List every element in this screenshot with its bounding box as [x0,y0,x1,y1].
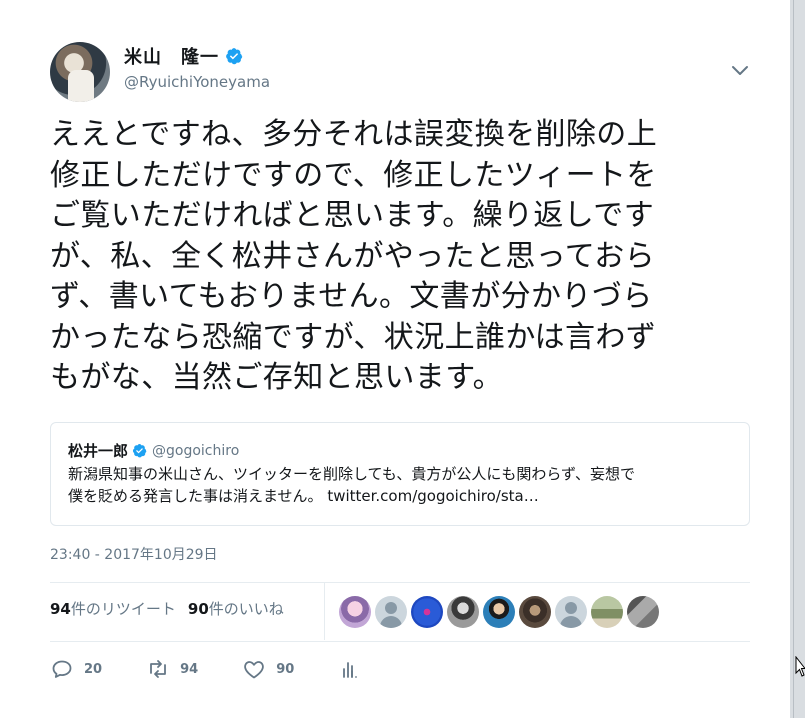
retweet-count: 94 [180,661,199,677]
chevron-down-icon[interactable] [730,60,750,80]
liker-avatar[interactable] [591,596,623,628]
like-button[interactable]: 90 [242,657,294,681]
tweet-text-line: ず、書いてもおりません。文書が分かりづら [50,279,653,314]
quoted-tweet-header: 松井一郎 @gogoichiro [68,440,239,461]
divider [50,641,750,642]
quoted-tweet-text: 新潟県知事の米山さん、ツイッターを削除しても、貴方が公人にも関わらず、妄想で 僕… [68,463,738,507]
heart-icon [244,661,264,679]
tweet-text-line: かったなら恐縮ですが、状況上誰かは言わず [50,319,657,355]
like-count: 90 [276,661,295,677]
retweets-stat-count: 94 [50,600,71,618]
reply-icon [52,660,72,678]
quoted-tweet[interactable]: 松井一郎 @gogoichiro 新潟県知事の米山さん、ツイッターを削除しても、… [50,422,750,526]
tweet-card: 米山 隆一 @RyuichiYoneyama ええとですね、多分それは誤変換を削… [0,0,790,718]
retweets-stat[interactable]: 94 件のリツイート [50,598,176,619]
likes-stat-count: 90 [187,600,209,618]
likes-stat[interactable]: 90 件のいいね [188,598,284,619]
retweet-icon [150,660,166,678]
quoted-author-handle: @gogoichiro [152,442,240,459]
mouse-cursor-icon [795,656,805,677]
liker-avatar[interactable] [375,596,407,628]
author-name-row[interactable]: 米山 隆一 [124,43,243,69]
tweet-text-line: ええとですね、多分それは誤変換を削除の上 [50,117,658,152]
retweet-button[interactable]: 94 [146,657,198,681]
divider [324,583,325,640]
liker-avatar[interactable] [555,596,587,628]
analytics-icon [343,662,358,678]
tweet-timestamp[interactable]: 23:40 - 2017年10月29日 [50,544,218,564]
liker-avatar[interactable] [627,596,659,628]
quoted-author-name: 松井一郎 [68,442,129,460]
liker-avatar[interactable] [519,596,551,628]
tweet-text-line: ご覧いただければと思います。繰り返しです [50,198,655,233]
reply-count: 20 [84,661,103,677]
tweet-text: ええとですね、多分それは誤変換を削除の上 修正しただけですので、修正したツィート… [50,115,750,399]
tweet-text-line: 修正しただけですので、修正したツィートを [50,157,657,193]
liker-avatar[interactable] [411,596,443,628]
tweet-text-line: が、私、全く松井さんがやったと思っておら [50,238,655,274]
author-display-name[interactable]: 米山 隆一 [124,43,219,69]
tweet-stats: 94 件のリツイート 90 件のいいね [50,598,296,619]
liker-avatar[interactable] [339,596,371,628]
quoted-text-line: 新潟県知事の米山さん、ツイッターを削除しても、貴方が公人にも関わらず、妄想で [68,465,636,483]
liker-avatar[interactable] [483,596,515,628]
tweet-text-line: もがな、当然ご存知と思います。 [50,360,503,395]
author-handle[interactable]: @RyuichiYoneyama [124,73,270,91]
quoted-text-line: 僕を貶める発言した事は消えません。 twitter.com/gogoichiro… [68,487,539,505]
author-avatar[interactable] [50,42,110,102]
retweets-stat-label: 件のリツイート [70,600,176,618]
liker-avatar[interactable] [447,596,479,628]
liker-avatars [339,596,663,628]
analytics-button[interactable] [338,657,362,681]
reply-button[interactable]: 20 [50,657,102,681]
divider [50,582,750,583]
likes-stat-label: 件のいいね [208,600,284,618]
verified-badge-icon [132,443,147,458]
tweet-actions: 20 94 90 [50,657,406,681]
verified-badge-icon [226,48,243,65]
window-edge [790,0,805,718]
